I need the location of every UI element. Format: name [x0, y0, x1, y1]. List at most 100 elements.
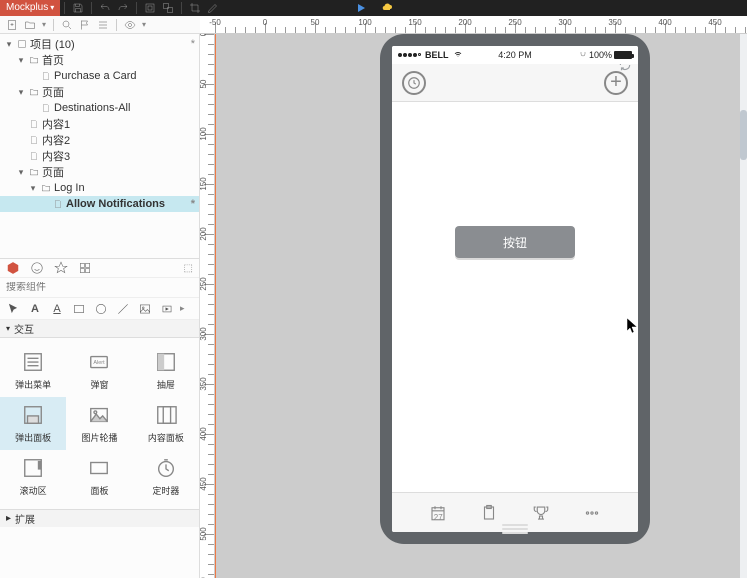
- tree-item[interactable]: Allow Notifications *: [0, 196, 199, 212]
- text-tool-icon[interactable]: A: [26, 300, 44, 318]
- category-title: 交互: [14, 321, 34, 336]
- grid-icon[interactable]: [78, 261, 92, 275]
- component-timer[interactable]: 定时器: [133, 450, 199, 503]
- image-tool-icon[interactable]: [136, 300, 154, 318]
- modified-indicator: *: [191, 198, 195, 210]
- undo-icon[interactable]: [96, 0, 114, 16]
- guide-vertical[interactable]: [215, 34, 216, 578]
- tab-calendar[interactable]: 27: [429, 504, 447, 522]
- chevron-down-icon[interactable]: ▾: [40, 17, 48, 33]
- tree-item[interactable]: Destinations-All: [0, 100, 199, 116]
- scroll-area-icon: [21, 456, 45, 480]
- ungroup-icon[interactable]: [159, 0, 177, 16]
- tree-item-label: Allow Notifications: [66, 198, 185, 210]
- folder-icon: [28, 167, 40, 177]
- folder-icon: [28, 55, 40, 65]
- visibility-icon[interactable]: [122, 17, 138, 33]
- line-tool-icon[interactable]: [114, 300, 132, 318]
- crop-icon[interactable]: [186, 0, 204, 16]
- cloud-sync-icon[interactable]: [378, 0, 396, 16]
- category-header[interactable]: ▾ 交互: [0, 320, 199, 338]
- tree-item[interactable]: ▾页面: [0, 84, 199, 100]
- chevron-down-icon[interactable]: ▾: [140, 17, 148, 33]
- timer-icon: [154, 456, 178, 480]
- save-icon[interactable]: [69, 0, 87, 16]
- phone-frame: BELL 4:20 PM 100% + 按钮: [380, 34, 650, 544]
- annotate-icon[interactable]: [204, 0, 222, 16]
- primary-button[interactable]: 按钮: [455, 226, 575, 258]
- list-icon[interactable]: [95, 17, 111, 33]
- component-label: 弹出面板: [15, 431, 51, 444]
- tree-item[interactable]: ▾首页: [0, 52, 199, 68]
- panel-badge: ⬚: [184, 263, 193, 274]
- tree-item[interactable]: 内容1: [0, 116, 199, 132]
- component-label: 面板: [90, 484, 108, 497]
- component-panel[interactable]: 面板: [66, 450, 132, 503]
- tree-item[interactable]: ▾ 页面: [0, 164, 199, 180]
- component-label: 弹出菜单: [15, 378, 51, 391]
- search-icon[interactable]: [59, 17, 75, 33]
- popup-menu-icon: [21, 350, 45, 374]
- more-tools-icon[interactable]: ▸: [180, 303, 185, 314]
- component-label: 定时器: [152, 484, 179, 497]
- tab-clipboard[interactable]: [480, 504, 498, 522]
- tree-item[interactable]: 内容2: [0, 132, 199, 148]
- calendar-day: 27: [434, 513, 443, 522]
- svg-text:Alert: Alert: [94, 360, 106, 366]
- component-content-panel[interactable]: 内容面板: [133, 397, 199, 450]
- tree-item-label: 页面: [42, 164, 195, 180]
- circle-tool-icon[interactable]: [92, 300, 110, 318]
- component-scroll-area[interactable]: 滚动区: [0, 450, 66, 503]
- rect-tool-icon[interactable]: [70, 300, 88, 318]
- folder-icon: [28, 87, 40, 97]
- extension-header[interactable]: ▸ 扩展: [0, 509, 199, 527]
- collapse-icon[interactable]: ▾: [16, 55, 26, 66]
- new-folder-icon[interactable]: [22, 17, 38, 33]
- tab-more[interactable]: [583, 504, 601, 522]
- group-icon[interactable]: [141, 0, 159, 16]
- component-drawer[interactable]: 抽屉: [133, 344, 199, 397]
- redo-icon[interactable]: [114, 0, 132, 16]
- collapse-icon[interactable]: ▾: [28, 183, 38, 194]
- component-popup-menu[interactable]: 弹出菜单: [0, 344, 66, 397]
- alert-icon: Alert: [87, 350, 111, 374]
- modified-indicator: *: [191, 38, 195, 50]
- tree-root[interactable]: ▾ 项目 (10) *: [0, 36, 199, 52]
- status-bar: BELL 4:20 PM 100%: [392, 46, 638, 64]
- battery-label: 100%: [589, 50, 612, 60]
- new-page-icon[interactable]: [4, 17, 20, 33]
- hotspot-tool-icon[interactable]: [158, 300, 176, 318]
- tree-item[interactable]: 内容3: [0, 148, 199, 164]
- tree-item-label: 内容3: [42, 148, 195, 164]
- component-popup-panel[interactable]: 弹出面板: [0, 397, 66, 450]
- tab-trophy[interactable]: [532, 504, 550, 522]
- project-icon: [16, 39, 28, 49]
- collapse-icon[interactable]: ▾: [16, 167, 26, 178]
- star-icon[interactable]: [54, 261, 68, 275]
- component-label: 抽屉: [157, 378, 175, 391]
- widgets-icon[interactable]: [6, 261, 20, 275]
- component-search[interactable]: [0, 278, 199, 298]
- brand-menu[interactable]: Mockplus ▾: [0, 0, 60, 16]
- drawer-icon: [154, 350, 178, 374]
- smiley-icon[interactable]: [30, 261, 44, 275]
- tree-item[interactable]: ▾Log In: [0, 180, 199, 196]
- canvas[interactable]: 050100150200250300350400450500550600650 …: [200, 34, 747, 578]
- tree-item-label: Destinations-All: [54, 102, 195, 114]
- flag-icon[interactable]: [77, 17, 93, 33]
- shape-toolbar: A A ▸: [0, 298, 199, 320]
- history-button[interactable]: [402, 71, 426, 95]
- tree-root-label: 项目 (10): [30, 36, 185, 52]
- component-search-input[interactable]: [6, 282, 193, 293]
- component-carousel[interactable]: 图片轮播: [66, 397, 132, 450]
- cursor-tool-icon[interactable]: [4, 300, 22, 318]
- battery-indicator: 100%: [579, 50, 632, 60]
- component-alert[interactable]: Alert弹窗: [66, 344, 132, 397]
- tree-item[interactable]: Purchase a Card: [0, 68, 199, 84]
- collapse-icon[interactable]: ▾: [16, 87, 26, 98]
- tree-item-label: 内容2: [42, 132, 195, 148]
- collapse-icon[interactable]: ▾: [4, 39, 14, 50]
- play-icon[interactable]: [352, 0, 370, 16]
- phone-screen: BELL 4:20 PM 100% + 按钮: [392, 46, 638, 532]
- label-tool-icon[interactable]: A: [48, 300, 66, 318]
